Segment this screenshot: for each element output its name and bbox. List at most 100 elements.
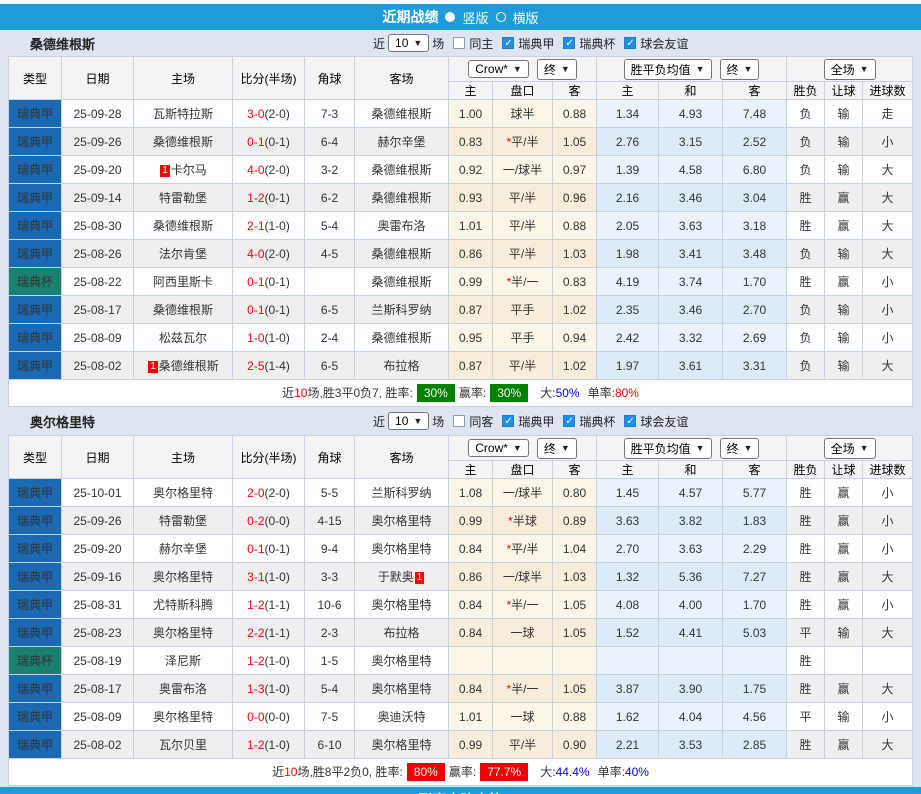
- league1-label[interactable]: 瑞典甲: [518, 413, 554, 430]
- wdl-time-select[interactable]: 终▼: [720, 59, 760, 80]
- home-team-cell: 桑德维根斯: [134, 212, 233, 240]
- same-home-checkbox[interactable]: [453, 37, 465, 49]
- horizontal-layout-radio[interactable]: [496, 12, 506, 22]
- league2-label[interactable]: 瑞典杯: [579, 35, 615, 52]
- competition-cell: 瑞典甲: [9, 563, 62, 591]
- competition-cell: 瑞典甲: [9, 156, 62, 184]
- avg-home-odds-cell: 1.52: [597, 619, 659, 647]
- scope-select[interactable]: 全场▼: [824, 59, 876, 80]
- chevron-down-icon: ▼: [744, 443, 753, 453]
- league2-checkbox[interactable]: [563, 37, 575, 49]
- home-team-cell: 奥雷布洛: [134, 675, 233, 703]
- league1-label[interactable]: 瑞典甲: [518, 35, 554, 52]
- avg-draw-odds-cell: 3.90: [659, 675, 723, 703]
- match-row: 瑞典甲25-08-17桑德维根斯0-1(0-1)6-5兰斯科罗纳0.87平手1.…: [9, 296, 913, 324]
- match-row: 瑞典甲25-09-16奥尔格里特3-1(1-0)3-3于默奥10.86一/球半1…: [9, 563, 913, 591]
- chevron-down-icon: ▼: [513, 443, 522, 453]
- avg-away-odds-cell: 1.70: [723, 591, 787, 619]
- avg-draw-odds-cell: 4.00: [659, 591, 723, 619]
- chevron-down-icon: ▼: [696, 64, 705, 74]
- date-cell: 25-08-19: [62, 647, 134, 675]
- avg-home-odds-cell: 2.21: [597, 731, 659, 759]
- vertical-layout-radio[interactable]: [445, 12, 455, 22]
- date-cell: 25-08-17: [62, 296, 134, 324]
- handicap-cell: *半/一: [493, 591, 553, 619]
- competition-cell: 瑞典甲: [9, 479, 62, 507]
- score-cell: 3-1(1-0): [233, 563, 305, 591]
- result-cell: 胜: [787, 184, 825, 212]
- home-team-cell: 瓦斯特拉斯: [134, 100, 233, 128]
- handicap-result-cell: 赢: [825, 479, 863, 507]
- avg-draw-odds-cell: 3.82: [659, 507, 723, 535]
- horizontal-layout-label[interactable]: 横版: [513, 8, 539, 27]
- date-cell: 25-08-26: [62, 240, 134, 268]
- odds-time-select[interactable]: 终▼: [537, 59, 577, 80]
- avg-home-odds-cell: 2.35: [597, 296, 659, 324]
- league2-checkbox[interactable]: [563, 415, 575, 427]
- score-cell: 1-2(1-0): [233, 731, 305, 759]
- ah-home-odds-cell: 0.92: [449, 156, 493, 184]
- handicap-result-cell: 赢: [825, 184, 863, 212]
- vertical-layout-label[interactable]: 竖版: [462, 8, 488, 27]
- bottom-section-title: 联赛电脑大势: [419, 790, 503, 794]
- league2-label[interactable]: 瑞典杯: [579, 413, 615, 430]
- competition-cell: 瑞典甲: [9, 352, 62, 380]
- handicap-cell: *平/半: [493, 128, 553, 156]
- bookmaker-select[interactable]: Crow*▼: [468, 60, 529, 78]
- same-home-label[interactable]: 同主: [469, 35, 493, 52]
- home-team-cell: 奥尔格里特: [134, 563, 233, 591]
- handicap-cell: [493, 647, 553, 675]
- handicap-result-cell: 赢: [825, 268, 863, 296]
- league3-checkbox[interactable]: [624, 415, 636, 427]
- col-away: 客场: [355, 436, 449, 479]
- home-team-results-table: 类型 日期 主场 比分(半场) 角球 客场 Crow*▼ 终▼ 胜平负均值▼ 终…: [8, 56, 913, 407]
- handicap-result-cell: 赢: [825, 731, 863, 759]
- avg-draw-odds-cell: 3.63: [659, 212, 723, 240]
- match-row: 瑞典甲25-08-021桑德维根斯2-5(1-4)6-5布拉格0.87平/半1.…: [9, 352, 913, 380]
- wdl-time-select[interactable]: 终▼: [720, 438, 760, 459]
- league1-checkbox[interactable]: [502, 37, 514, 49]
- goals-result-cell: 小: [863, 535, 913, 563]
- wdl-average-select[interactable]: 胜平负均值▼: [624, 438, 712, 459]
- match-count-select[interactable]: 10▼: [388, 412, 429, 430]
- league3-label[interactable]: 球会友谊: [640, 413, 688, 430]
- rank-badge: 1: [415, 572, 425, 584]
- col-cover: 让球: [825, 461, 863, 479]
- home-team-cell: 1卡尔马: [134, 156, 233, 184]
- date-cell: 25-08-22: [62, 268, 134, 296]
- result-cell: 负: [787, 240, 825, 268]
- wdl-average-select[interactable]: 胜平负均值▼: [624, 59, 712, 80]
- same-away-checkbox[interactable]: [453, 415, 465, 427]
- match-row: 瑞典甲25-08-09奥尔格里特0-0(0-0)7-5奥迪沃特1.01一球0.8…: [9, 703, 913, 731]
- scope-select[interactable]: 全场▼: [824, 438, 876, 459]
- handicap-cell: *平/半: [493, 535, 553, 563]
- avg-home-odds-cell: 1.34: [597, 100, 659, 128]
- same-away-label[interactable]: 同客: [469, 413, 493, 430]
- league1-checkbox[interactable]: [502, 415, 514, 427]
- chevron-down-icon: ▼: [413, 416, 422, 426]
- goals-result-cell: 小: [863, 591, 913, 619]
- chevron-down-icon: ▼: [413, 38, 422, 48]
- corner-cell: 3-2: [305, 156, 355, 184]
- goals-result-cell: 大: [863, 619, 913, 647]
- result-cell: 胜: [787, 268, 825, 296]
- match-count-select[interactable]: 10▼: [388, 34, 429, 52]
- bookmaker-select[interactable]: Crow*▼: [468, 439, 529, 457]
- result-cell: 胜: [787, 507, 825, 535]
- handicap-result-cell: 赢: [825, 507, 863, 535]
- home-team-cell: 桑德维根斯: [134, 128, 233, 156]
- league3-label[interactable]: 球会友谊: [640, 35, 688, 52]
- corner-cell: 7-5: [305, 703, 355, 731]
- col-odds-away: 客: [723, 461, 787, 479]
- chevron-down-icon: ▼: [860, 443, 869, 453]
- league3-checkbox[interactable]: [624, 37, 636, 49]
- handicap-cell: 平/半: [493, 240, 553, 268]
- date-cell: 25-08-09: [62, 703, 134, 731]
- ah-home-odds-cell: 0.95: [449, 324, 493, 352]
- col-corner: 角球: [305, 436, 355, 479]
- match-row: 瑞典甲25-10-01奥尔格里特2-0(2-0)5-5兰斯科罗纳1.08一/球半…: [9, 479, 913, 507]
- away-team-cell: 赫尔辛堡: [355, 128, 449, 156]
- date-cell: 25-10-01: [62, 479, 134, 507]
- score-cell: 4-0(2-0): [233, 156, 305, 184]
- odds-time-select[interactable]: 终▼: [537, 438, 577, 459]
